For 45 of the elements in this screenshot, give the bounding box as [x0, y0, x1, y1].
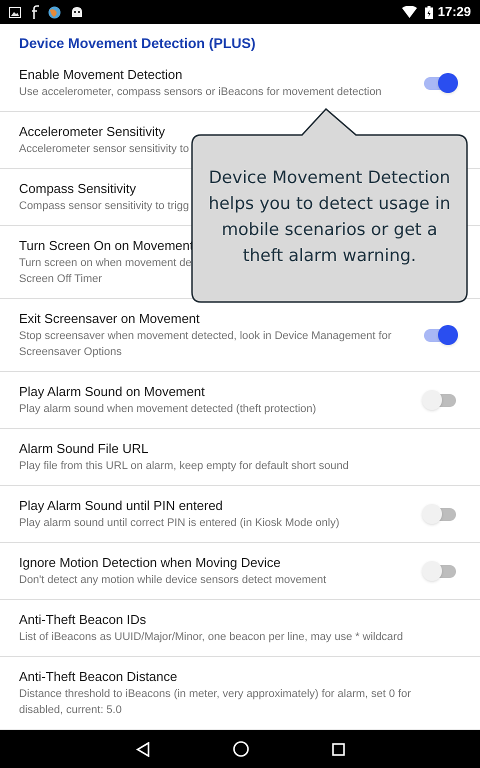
setting-title: Turn Screen On on Movement — [19, 237, 194, 255]
setting-title: Compass Sensitivity — [19, 180, 136, 198]
setting-title: Play Alarm Sound on Movement — [19, 383, 205, 401]
toggle-switch[interactable] — [422, 325, 458, 345]
setting-title: Anti-Theft Beacon Distance — [19, 668, 178, 686]
toggle-switch[interactable] — [422, 504, 458, 524]
setting-title: Exit Screensaver on Movement — [19, 310, 200, 328]
setting-summary: Compass sensor sensitivity to trigg — [19, 199, 189, 214]
setting-title: Play Alarm Sound until PIN entered — [19, 497, 223, 515]
setting-summary: Play file from this URL on alarm, keep empty for default short sound — [19, 459, 349, 474]
setting-title: Accelerometer Sensitivity — [19, 123, 165, 141]
globe-icon — [48, 6, 61, 18]
setting-summary: Play alarm sound until correct PIN is entered (in Kiosk Mode only) — [19, 516, 340, 531]
setting-row[interactable]: Ignore Motion Detection when Moving Device Don't detect any motion while device sensors detect movement — [0, 543, 480, 600]
setting-title: Alarm Sound File URL — [19, 440, 148, 458]
setting-row[interactable]: Alarm Sound File URL Play file from this URL on alarm, keep empty for default short sound — [0, 429, 480, 486]
toggle-switch[interactable] — [422, 390, 458, 410]
setting-title: Ignore Motion Detection when Moving Device — [19, 554, 281, 572]
wifi-icon — [402, 6, 417, 18]
android-icon — [71, 6, 83, 18]
tooltip-text: Device Movement Detection helps you to detect usage in mobile scenarios or get a theft alarm warning. — [207, 167, 452, 268]
section-title: Device Movement Detection (PLUS) — [18, 34, 256, 53]
setting-title: Enable Movement Detection — [19, 66, 182, 84]
back-icon[interactable] — [136, 742, 150, 756]
setting-title: Anti-Theft Beacon IDs — [19, 611, 146, 629]
setting-summary: Screen Off Timer — [19, 272, 102, 287]
image-icon — [9, 6, 21, 18]
setting-row[interactable]: Play Alarm Sound until PIN entered Play alarm sound until correct PIN is entered (in Kiosk Mode only) — [0, 486, 480, 543]
letter-f-icon — [31, 5, 39, 19]
toggle-switch[interactable] — [422, 561, 458, 581]
setting-summary: List of iBeacons as UUID/Major/Minor, one beacon per line, may use * wildcard — [19, 630, 403, 645]
setting-row[interactable]: Anti-Theft Beacon IDs List of iBeacons as UUID/Major/Minor, one beacon per line, may use * wildcard — [0, 600, 480, 657]
setting-row[interactable]: Play Alarm Sound on Movement Play alarm sound when movement detected (theft protection) — [0, 372, 480, 429]
clock-time: 17:29 — [438, 3, 471, 22]
setting-summary: Accelerometer sensor sensitivity to — [19, 142, 189, 157]
setting-summary: Stop screensaver when movement detected, look in Device Management for Screensaver Options — [19, 329, 392, 360]
home-icon[interactable] — [232, 741, 248, 757]
setting-summary: Don't detect any motion while device sensors detect movement — [19, 573, 326, 588]
setting-row[interactable]: Enable Movement Detection Use accelerometer, compass sensors or iBeacons for movement detection — [0, 55, 480, 112]
setting-summary: Distance threshold to iBeacons (in meter, very approximately) for alarm, set 0 for disabled, current: 5.0 — [19, 687, 412, 718]
toggle-switch[interactable] — [422, 73, 458, 93]
recents-icon[interactable] — [332, 742, 344, 756]
setting-summary: Play alarm sound when movement detected (theft protection) — [19, 402, 316, 417]
battery-icon — [424, 6, 433, 18]
setting-summary: Use accelerometer, compass sensors or iBeacons for movement detection — [19, 85, 382, 100]
